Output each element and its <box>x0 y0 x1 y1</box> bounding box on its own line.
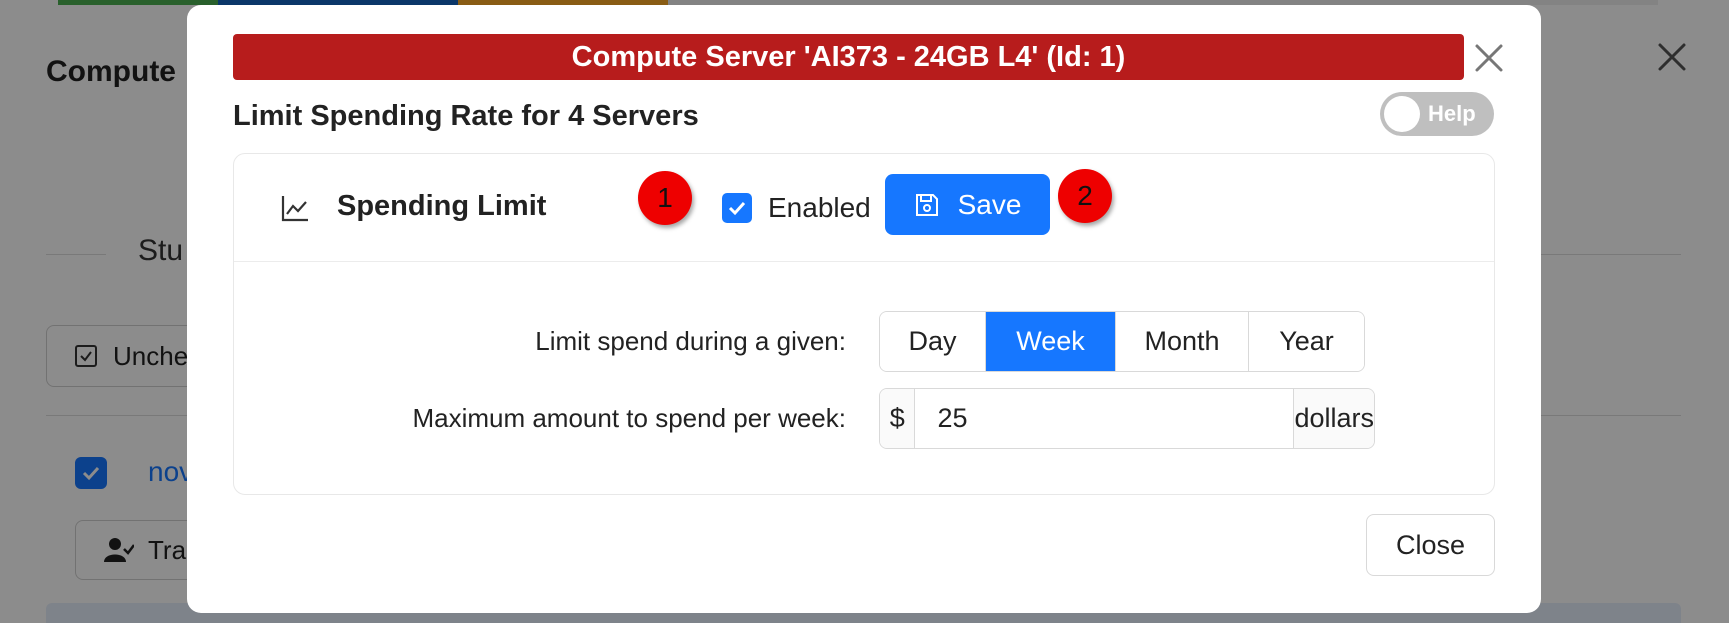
close-button[interactable]: Close <box>1366 514 1495 576</box>
amount-input-group: $ dollars <box>879 388 1375 449</box>
period-selector: Day Week Month Year <box>879 311 1365 372</box>
currency-prefix: $ <box>880 389 915 448</box>
section-title: Spending Limit <box>337 190 547 222</box>
period-year[interactable]: Year <box>1249 312 1364 371</box>
annotation-marker-1: 1 <box>638 171 692 225</box>
save-button[interactable]: Save <box>885 174 1050 235</box>
period-month[interactable]: Month <box>1116 312 1249 371</box>
save-icon <box>915 193 938 216</box>
spending-limit-modal: Compute Server 'AI373 - 24GB L4' (Id: 1)… <box>187 5 1541 613</box>
spending-limit-card: Spending Limit 1 Enabled Save 2 Limit sp… <box>233 153 1495 495</box>
amount-input[interactable] <box>914 389 1295 448</box>
save-label: Save <box>957 188 1022 220</box>
help-toggle[interactable]: Help <box>1380 92 1494 136</box>
help-label: Help <box>1428 101 1476 126</box>
period-week[interactable]: Week <box>986 312 1116 371</box>
period-label: Limit spend during a given: <box>535 326 846 356</box>
annotation-marker-2: 2 <box>1058 169 1112 223</box>
line-chart-icon <box>281 196 308 222</box>
server-banner: Compute Server 'AI373 - 24GB L4' (Id: 1) <box>233 34 1464 80</box>
card-header: Spending Limit 1 Enabled Save 2 <box>234 154 1494 262</box>
amount-label: Maximum amount to spend per week: <box>412 403 846 433</box>
close-icon[interactable] <box>1472 41 1506 75</box>
modal-title: Limit Spending Rate for 4 Servers <box>233 100 699 132</box>
toggle-knob <box>1384 96 1420 132</box>
enabled-checkbox[interactable]: Enabled <box>722 190 871 226</box>
period-day[interactable]: Day <box>880 312 986 371</box>
checkbox-checked-icon <box>722 193 752 223</box>
currency-suffix: dollars <box>1294 389 1374 448</box>
enabled-label: Enabled <box>768 192 871 223</box>
